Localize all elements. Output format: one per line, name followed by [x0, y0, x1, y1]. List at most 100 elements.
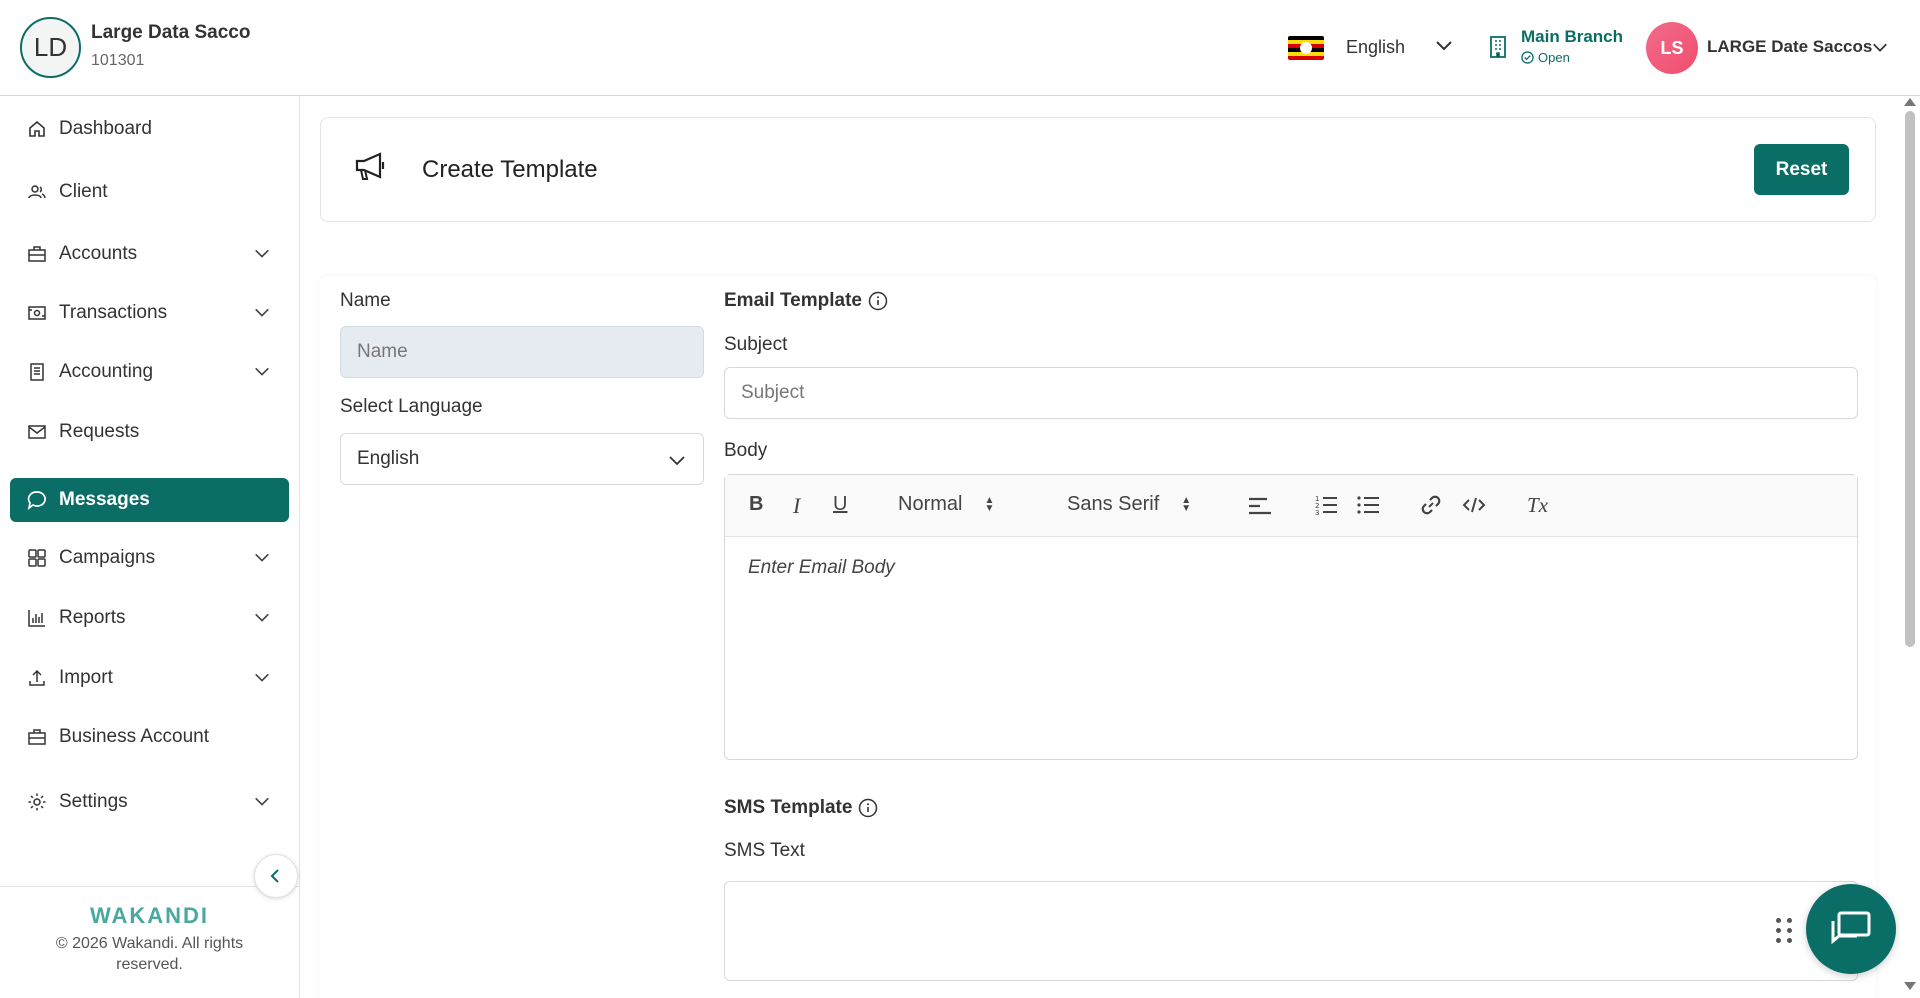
- scroll-thumb[interactable]: [1905, 111, 1915, 647]
- sidebar-item-accounts[interactable]: Accounts: [10, 232, 289, 276]
- chevron-down-icon[interactable]: [253, 548, 271, 566]
- sidebar-item-messages[interactable]: Messages: [10, 478, 289, 522]
- copyright-text: © 2026 Wakandi. All rights reserved.: [55, 935, 244, 973]
- body-label: Body: [724, 440, 768, 461]
- sidebar-item-business-account[interactable]: Business Account: [10, 715, 289, 759]
- subject-label: Subject: [724, 334, 788, 355]
- italic-button[interactable]: I: [793, 493, 800, 519]
- info-icon[interactable]: [858, 798, 878, 818]
- branch-status: Open: [1521, 50, 1570, 65]
- bar-chart-icon: [26, 607, 48, 629]
- user-name[interactable]: LARGE Date Saccos: [1707, 37, 1872, 57]
- users-icon: [26, 181, 48, 203]
- chevron-down-icon[interactable]: [253, 362, 271, 380]
- briefcase-icon: [26, 243, 48, 265]
- chevron-down-icon[interactable]: [1434, 35, 1454, 55]
- sidebar-item-label: Campaigns: [59, 547, 156, 568]
- bullet-list-icon[interactable]: [1356, 494, 1380, 516]
- user-avatar[interactable]: LS: [1646, 22, 1698, 74]
- org-avatar[interactable]: LD: [20, 17, 81, 78]
- editor-toolbar: B I U Normal ▲ ▼ Sans Serif ▲ ▼ 123 Tx: [725, 475, 1857, 537]
- language-select[interactable]: English: [340, 433, 704, 485]
- chevron-down-icon[interactable]: [1871, 38, 1889, 56]
- branch-status-text: Open: [1538, 50, 1570, 65]
- language-label: Select Language: [340, 396, 483, 417]
- chevron-down-icon[interactable]: [253, 792, 271, 810]
- sidebar-item-campaigns[interactable]: Campaigns: [10, 536, 289, 580]
- branch-name[interactable]: Main Branch: [1521, 27, 1623, 47]
- gear-icon: [26, 791, 48, 813]
- select-arrows-icon: ▲ ▼: [1181, 494, 1192, 514]
- svg-text:3: 3: [1315, 509, 1319, 516]
- mail-icon: [26, 421, 48, 443]
- sidebar-item-import[interactable]: Import: [10, 656, 289, 700]
- sidebar-item-label: Accounts: [59, 243, 138, 264]
- chevron-down-icon[interactable]: [253, 303, 271, 321]
- building-icon: [1490, 36, 1506, 58]
- sidebar-item-accounting[interactable]: Accounting: [10, 350, 289, 394]
- sidebar-item-dashboard[interactable]: Dashboard: [10, 107, 289, 151]
- org-code: 101301: [91, 52, 145, 69]
- page-header-card: Create Template Reset: [320, 117, 1876, 222]
- sidebar-item-label: Requests: [59, 421, 140, 442]
- clear-format-button[interactable]: Tx: [1527, 493, 1548, 518]
- align-left-icon[interactable]: [1247, 495, 1273, 517]
- sidebar-item-reports[interactable]: Reports: [10, 596, 289, 640]
- chevron-down-icon: [669, 456, 685, 466]
- bold-button[interactable]: B: [749, 493, 763, 516]
- sms-text-input[interactable]: [724, 881, 1858, 981]
- sidebar-item-label: Client: [59, 181, 108, 202]
- cash-icon: [26, 302, 48, 324]
- sidebar-item-label: Dashboard: [59, 118, 152, 139]
- sidebar-footer: WAKANDI © 2026 Wakandi. All rights reser…: [0, 886, 299, 998]
- scroll-up-arrow-icon[interactable]: [1904, 98, 1916, 106]
- page-scrollbar[interactable]: [1900, 96, 1920, 998]
- font-size-select[interactable]: Normal ▲ ▼: [898, 493, 994, 516]
- main-content: Create Template Reset Name Select Langua…: [300, 96, 1900, 998]
- home-icon: [26, 118, 48, 140]
- wakandi-logo: WAKANDI: [89, 903, 210, 928]
- briefcase-icon: [26, 726, 48, 748]
- underline-button[interactable]: U: [833, 493, 847, 516]
- chevron-down-icon[interactable]: [253, 244, 271, 262]
- language-selector[interactable]: English: [1346, 37, 1405, 58]
- sidebar-item-client[interactable]: Client: [10, 170, 289, 214]
- sidebar-item-label: Reports: [59, 607, 126, 628]
- ledger-icon: [26, 361, 48, 383]
- name-label: Name: [340, 290, 391, 311]
- template-form: Name Select Language English Email Templ…: [320, 276, 1876, 998]
- uganda-flag-icon[interactable]: [1288, 36, 1324, 60]
- page-title: Create Template: [422, 156, 598, 183]
- email-template-heading-text: Email Template: [724, 290, 862, 311]
- sidebar-item-label: Transactions: [59, 302, 168, 323]
- link-icon[interactable]: [1419, 493, 1443, 517]
- sidebar-item-requests[interactable]: Requests: [10, 410, 289, 454]
- sidebar-item-label: Import: [59, 667, 113, 688]
- email-body-editor: B I U Normal ▲ ▼ Sans Serif ▲ ▼ 123 Tx Ent…: [724, 474, 1858, 760]
- megaphone-icon: [355, 152, 385, 180]
- sidebar-item-label: Messages: [59, 489, 150, 510]
- drag-handle-icon[interactable]: [1776, 918, 1793, 943]
- top-header: LD Large Data Sacco 101301 English Main …: [0, 0, 1920, 96]
- language-select-value: English: [357, 448, 420, 469]
- font-family-value: Sans Serif: [1067, 493, 1160, 515]
- chevron-down-icon[interactable]: [253, 668, 271, 686]
- chevron-down-icon[interactable]: [253, 608, 271, 626]
- info-icon[interactable]: [868, 291, 888, 311]
- reset-button[interactable]: Reset: [1754, 144, 1849, 195]
- scroll-down-arrow-icon[interactable]: [1904, 982, 1916, 990]
- email-template-heading: Email Template: [724, 290, 888, 312]
- collapse-sidebar-button[interactable]: [254, 854, 298, 898]
- chevron-left-icon: [270, 869, 279, 883]
- email-body-textarea[interactable]: Enter Email Body: [725, 537, 1857, 599]
- subject-input[interactable]: [724, 367, 1858, 419]
- ordered-list-icon[interactable]: 123: [1314, 494, 1338, 516]
- code-icon[interactable]: [1462, 495, 1486, 515]
- chat-icon: [26, 489, 48, 511]
- chat-support-button[interactable]: [1806, 884, 1896, 974]
- sidebar-item-settings[interactable]: Settings: [10, 780, 289, 824]
- name-input[interactable]: [340, 326, 704, 378]
- font-family-select[interactable]: Sans Serif ▲ ▼: [1067, 493, 1191, 516]
- sidebar-item-transactions[interactable]: Transactions: [10, 291, 289, 335]
- sidebar: Dashboard Client Accounts Transactions A…: [0, 96, 300, 998]
